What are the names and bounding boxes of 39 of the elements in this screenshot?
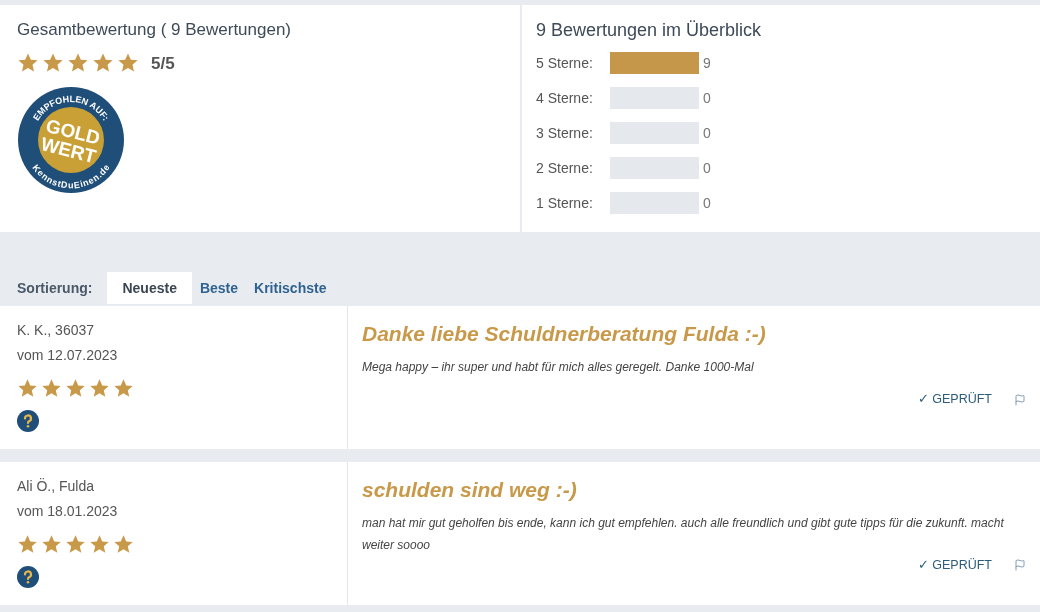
star-icon [113, 378, 134, 399]
sort-tab[interactable]: Kritischste [246, 272, 335, 304]
star-level-label: 3 Sterne: [536, 123, 594, 143]
help-icon[interactable] [17, 410, 39, 432]
review-text: man hat mir gut geholfen bis ende, kann ich gut empfehlen. auch alle freundlich und gibt gute tipps für die zukunft. macht weiter soooo [362, 514, 1005, 554]
star-level-label: 5 Sterne: [536, 53, 594, 73]
rating-count: 0 [703, 123, 711, 143]
star-icon [41, 378, 62, 399]
star-level-label: 2 Sterne: [536, 158, 594, 178]
verified-label: ✓ GEPRÜFT [917, 391, 992, 409]
rating-count: 0 [703, 193, 711, 213]
star-icon [41, 534, 62, 555]
review-author: K. K., 36037 [17, 321, 96, 340]
review-title: Danke liebe Schuldnerberatung Fulda :-) [362, 321, 767, 347]
help-icon[interactable] [17, 566, 39, 588]
sort-tab[interactable]: Neueste [107, 272, 192, 304]
star-icon [113, 534, 134, 555]
star-icon [89, 378, 110, 399]
star-level-label: 4 Sterne: [536, 88, 594, 108]
score-text: 5/5 [151, 52, 175, 75]
review-date: vom 18.01.2023 [17, 502, 119, 521]
rating-count: 9 [703, 53, 711, 73]
star-icon [17, 378, 38, 399]
star-level-label: 1 Sterne: [536, 193, 594, 213]
review-date: vom 12.07.2023 [17, 346, 119, 365]
review-title: schulden sind weg :-) [362, 477, 578, 503]
star-icon [65, 534, 86, 555]
star-icon [17, 534, 38, 555]
review-author: Ali Ö., Fulda [17, 477, 96, 496]
star-icon [89, 534, 110, 555]
summary-title: Gesamtbewertung ( 9 Bewertungen) [17, 19, 293, 41]
verified-label: ✓ GEPRÜFT [917, 556, 992, 574]
sort-label: Sortierung: [17, 278, 93, 298]
review-text: Mega happy – ihr super und habt für mich alles geregelt. Danke 1000-Mal [362, 358, 755, 376]
star-icon [65, 378, 86, 399]
sort-tab[interactable]: Beste [191, 272, 247, 304]
rating-count: 0 [703, 88, 711, 108]
rating-count: 0 [703, 158, 711, 178]
overview-title: 9 Bewertungen im Überblick [536, 19, 763, 42]
